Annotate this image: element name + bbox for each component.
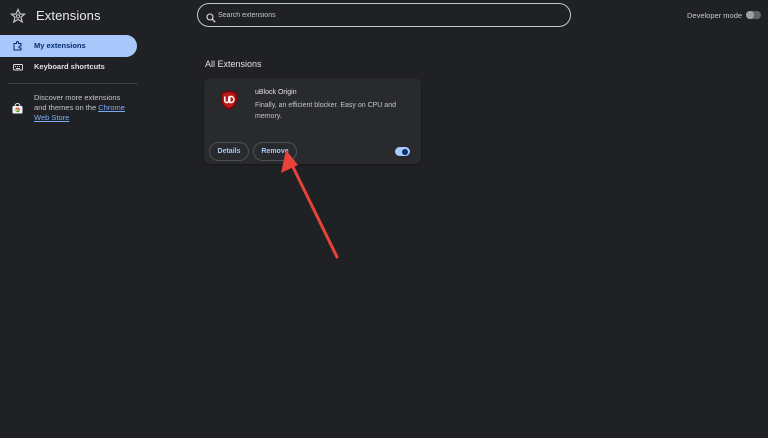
details-button[interactable]: Details	[209, 142, 249, 161]
section-title: All Extensions	[205, 59, 262, 69]
extensions-logo-icon	[9, 8, 27, 24]
remove-button[interactable]: Remove	[253, 142, 297, 161]
sidebar-item-label: My extensions	[34, 41, 86, 50]
extension-description: Finally, an efficient blocker. Easy on C…	[255, 102, 396, 120]
sidebar-item-keyboard-shortcuts[interactable]: Keyboard shortcuts	[0, 56, 137, 78]
developer-mode-label: Developer mode	[687, 11, 743, 20]
chrome-web-store-icon	[12, 101, 23, 114]
sidebar-item-my-extensions[interactable]: My extensions	[0, 35, 137, 57]
extension-enable-toggle[interactable]	[395, 147, 410, 156]
extension-icon	[13, 41, 23, 51]
ublock-origin-icon	[220, 90, 238, 110]
search-bar[interactable]	[197, 3, 571, 27]
keyboard-icon	[13, 62, 23, 72]
brand-header: Extensions	[0, 0, 145, 32]
page-title: Extensions	[36, 8, 101, 23]
search-icon	[206, 10, 216, 23]
toggle-knob	[746, 11, 754, 19]
developer-mode-toggle[interactable]	[746, 11, 761, 19]
sidebar: Extensions My extensions Keyboard shortc…	[0, 0, 145, 438]
sidebar-item-label: Keyboard shortcuts	[34, 62, 105, 71]
search-input[interactable]	[218, 8, 558, 22]
extension-card: uBlock Origin Finally, an efficient bloc…	[204, 78, 421, 164]
sidebar-divider	[8, 83, 138, 84]
toggle-knob	[402, 148, 408, 155]
discover-more-text: Discover more extensions and themes on t…	[34, 93, 125, 122]
extension-name: uBlock Origin	[255, 89, 297, 96]
